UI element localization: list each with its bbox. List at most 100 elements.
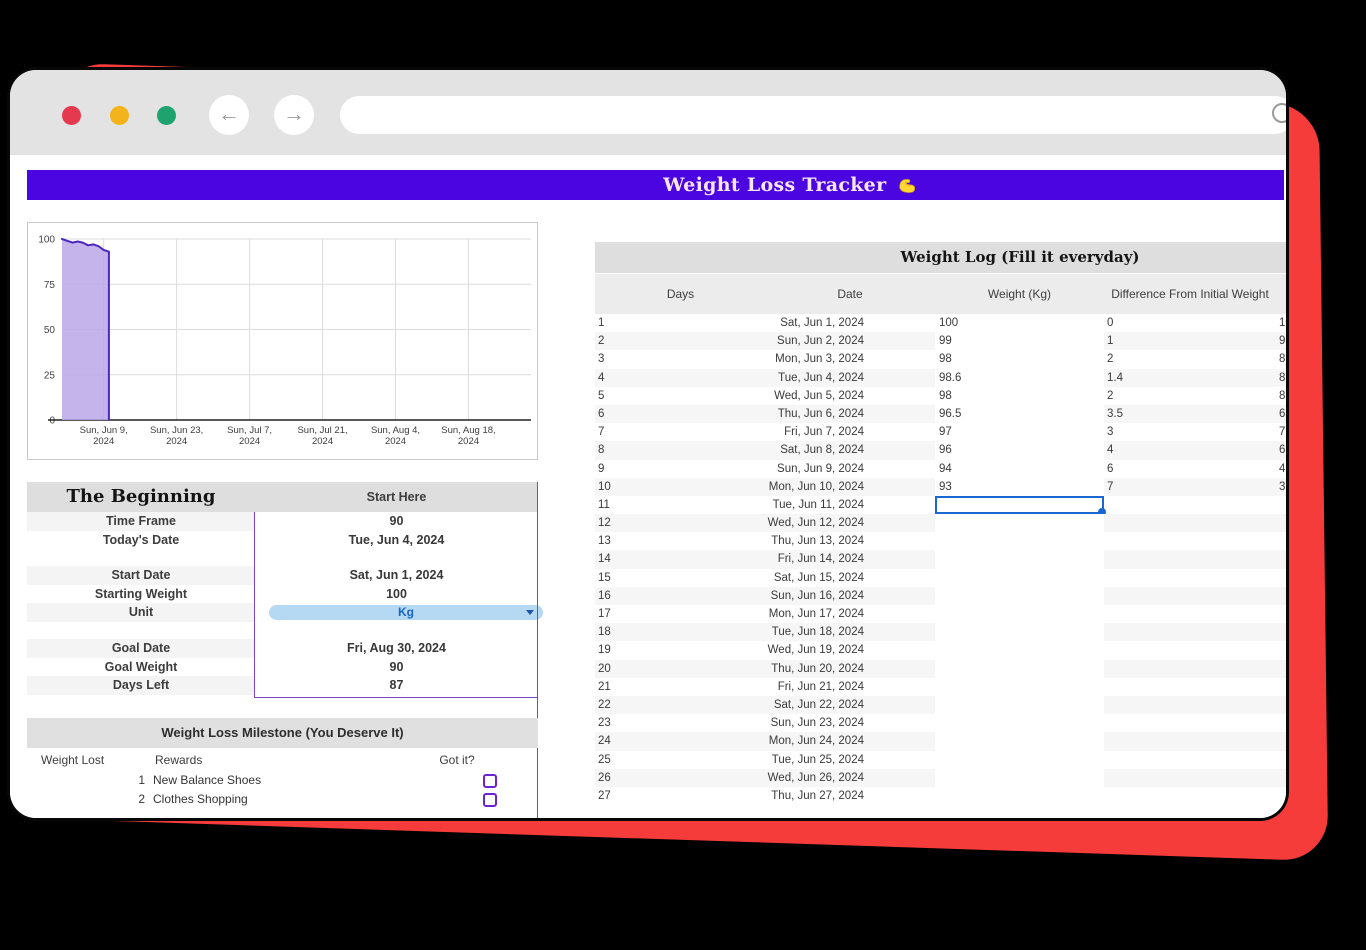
date-cell[interactable]: Wed, Jun 26, 2024 [708, 769, 864, 787]
day-cell[interactable]: 4 [598, 369, 638, 387]
day-cell[interactable]: 25 [598, 751, 638, 769]
difference-cell[interactable]: 2 [1107, 350, 1187, 368]
weight-left-cell[interactable] [1279, 732, 1286, 750]
difference-cell[interactable] [1107, 623, 1187, 641]
traffic-light-minimize-button[interactable] [110, 106, 129, 125]
date-cell[interactable]: Wed, Jun 19, 2024 [708, 641, 864, 659]
got-it-checkbox[interactable] [483, 793, 497, 807]
day-cell[interactable]: 12 [598, 514, 638, 532]
day-cell[interactable]: 20 [598, 660, 638, 678]
day-cell[interactable]: 27 [598, 787, 638, 805]
difference-cell[interactable]: 1 [1107, 332, 1187, 350]
weight-left-cell[interactable] [1279, 641, 1286, 659]
weight-cell[interactable] [935, 714, 1104, 732]
field-value-cell[interactable]: Tue, Jun 4, 2024 [255, 531, 538, 550]
weight-left-cell[interactable] [1279, 623, 1286, 641]
weight-cell[interactable] [935, 569, 1104, 587]
day-cell[interactable]: 10 [598, 478, 638, 496]
difference-cell[interactable] [1107, 569, 1187, 587]
weight-cell[interactable] [935, 605, 1104, 623]
day-cell[interactable]: 8 [598, 441, 638, 459]
difference-cell[interactable]: 0 [1107, 314, 1187, 332]
weight-left-cell[interactable]: 8 [1279, 350, 1286, 368]
day-cell[interactable]: 19 [598, 641, 638, 659]
date-cell[interactable]: Mon, Jun 3, 2024 [708, 350, 864, 368]
difference-cell[interactable] [1107, 496, 1187, 514]
weight-left-cell[interactable] [1279, 678, 1286, 696]
difference-cell[interactable] [1107, 587, 1187, 605]
date-cell[interactable]: Mon, Jun 24, 2024 [708, 732, 864, 750]
date-cell[interactable]: Mon, Jun 17, 2024 [708, 605, 864, 623]
unit-dropdown[interactable]: Kg [255, 603, 538, 622]
difference-cell[interactable] [1107, 696, 1187, 714]
weight-cell[interactable]: 98.6 [935, 369, 1104, 387]
difference-cell[interactable]: 1.4 [1107, 369, 1187, 387]
weight-left-cell[interactable] [1279, 769, 1286, 787]
weight-cell[interactable] [935, 751, 1104, 769]
weight-left-cell[interactable] [1279, 751, 1286, 769]
difference-cell[interactable] [1107, 550, 1187, 568]
weight-left-cell[interactable] [1279, 569, 1286, 587]
difference-cell[interactable] [1107, 605, 1187, 623]
weight-cell[interactable]: 93 [935, 478, 1104, 496]
forward-button[interactable]: → [274, 95, 314, 135]
weight-cell[interactable]: 96 [935, 441, 1104, 459]
traffic-light-close-button[interactable] [62, 106, 81, 125]
date-cell[interactable]: Sun, Jun 16, 2024 [708, 587, 864, 605]
traffic-light-maximize-button[interactable] [157, 106, 176, 125]
date-cell[interactable]: Wed, Jun 5, 2024 [708, 387, 864, 405]
day-cell[interactable]: 23 [598, 714, 638, 732]
day-cell[interactable]: 24 [598, 732, 638, 750]
date-cell[interactable]: Tue, Jun 25, 2024 [708, 751, 864, 769]
difference-cell[interactable] [1107, 751, 1187, 769]
unit-dropdown-pill[interactable]: Kg [269, 605, 543, 620]
weight-cell[interactable]: 94 [935, 460, 1104, 478]
weight-left-cell[interactable]: 10 [1279, 314, 1286, 332]
weight-cell[interactable]: 97 [935, 423, 1104, 441]
day-cell[interactable]: 22 [598, 696, 638, 714]
date-cell[interactable]: Sat, Jun 1, 2024 [708, 314, 864, 332]
weight-cell[interactable]: 100 [935, 314, 1104, 332]
date-cell[interactable]: Mon, Jun 10, 2024 [708, 478, 864, 496]
difference-cell[interactable]: 3 [1107, 423, 1187, 441]
difference-cell[interactable]: 7 [1107, 478, 1187, 496]
difference-cell[interactable]: 3.5 [1107, 405, 1187, 423]
difference-cell[interactable] [1107, 787, 1187, 805]
day-cell[interactable]: 14 [598, 550, 638, 568]
date-cell[interactable]: Sat, Jun 8, 2024 [708, 441, 864, 459]
weight-left-cell[interactable] [1279, 714, 1286, 732]
field-value-cell[interactable]: Sat, Jun 1, 2024 [255, 566, 538, 585]
day-cell[interactable]: 9 [598, 460, 638, 478]
date-cell[interactable]: Thu, Jun 13, 2024 [708, 532, 864, 550]
weight-left-cell[interactable] [1279, 550, 1286, 568]
date-cell[interactable]: Tue, Jun 11, 2024 [708, 496, 864, 514]
date-cell[interactable]: Fri, Jun 7, 2024 [708, 423, 864, 441]
field-value-cell[interactable]: 100 [255, 585, 538, 604]
weight-cell[interactable] [935, 696, 1104, 714]
difference-cell[interactable]: 4 [1107, 441, 1187, 459]
weight-left-cell[interactable] [1279, 660, 1286, 678]
weight-left-cell[interactable]: 6 [1279, 441, 1286, 459]
weight-left-cell[interactable] [1279, 532, 1286, 550]
difference-cell[interactable] [1107, 532, 1187, 550]
field-value-cell[interactable]: Fri, Aug 30, 2024 [255, 639, 538, 658]
field-value-cell[interactable]: 90 [255, 512, 538, 531]
weight-cell[interactable] [935, 514, 1104, 532]
weight-left-cell[interactable] [1279, 696, 1286, 714]
date-cell[interactable]: Wed, Jun 12, 2024 [708, 514, 864, 532]
weight-left-cell[interactable] [1279, 496, 1286, 514]
weight-cell[interactable] [935, 550, 1104, 568]
day-cell[interactable]: 26 [598, 769, 638, 787]
day-cell[interactable]: 5 [598, 387, 638, 405]
day-cell[interactable]: 18 [598, 623, 638, 641]
weight-cell[interactable]: 96.5 [935, 405, 1104, 423]
date-cell[interactable]: Thu, Jun 20, 2024 [708, 660, 864, 678]
difference-cell[interactable] [1107, 641, 1187, 659]
date-cell[interactable]: Sun, Jun 2, 2024 [708, 332, 864, 350]
date-cell[interactable]: Sun, Jun 9, 2024 [708, 460, 864, 478]
day-cell[interactable]: 21 [598, 678, 638, 696]
difference-cell[interactable] [1107, 660, 1187, 678]
weight-cell[interactable] [935, 641, 1104, 659]
difference-cell[interactable] [1107, 769, 1187, 787]
date-cell[interactable]: Thu, Jun 6, 2024 [708, 405, 864, 423]
